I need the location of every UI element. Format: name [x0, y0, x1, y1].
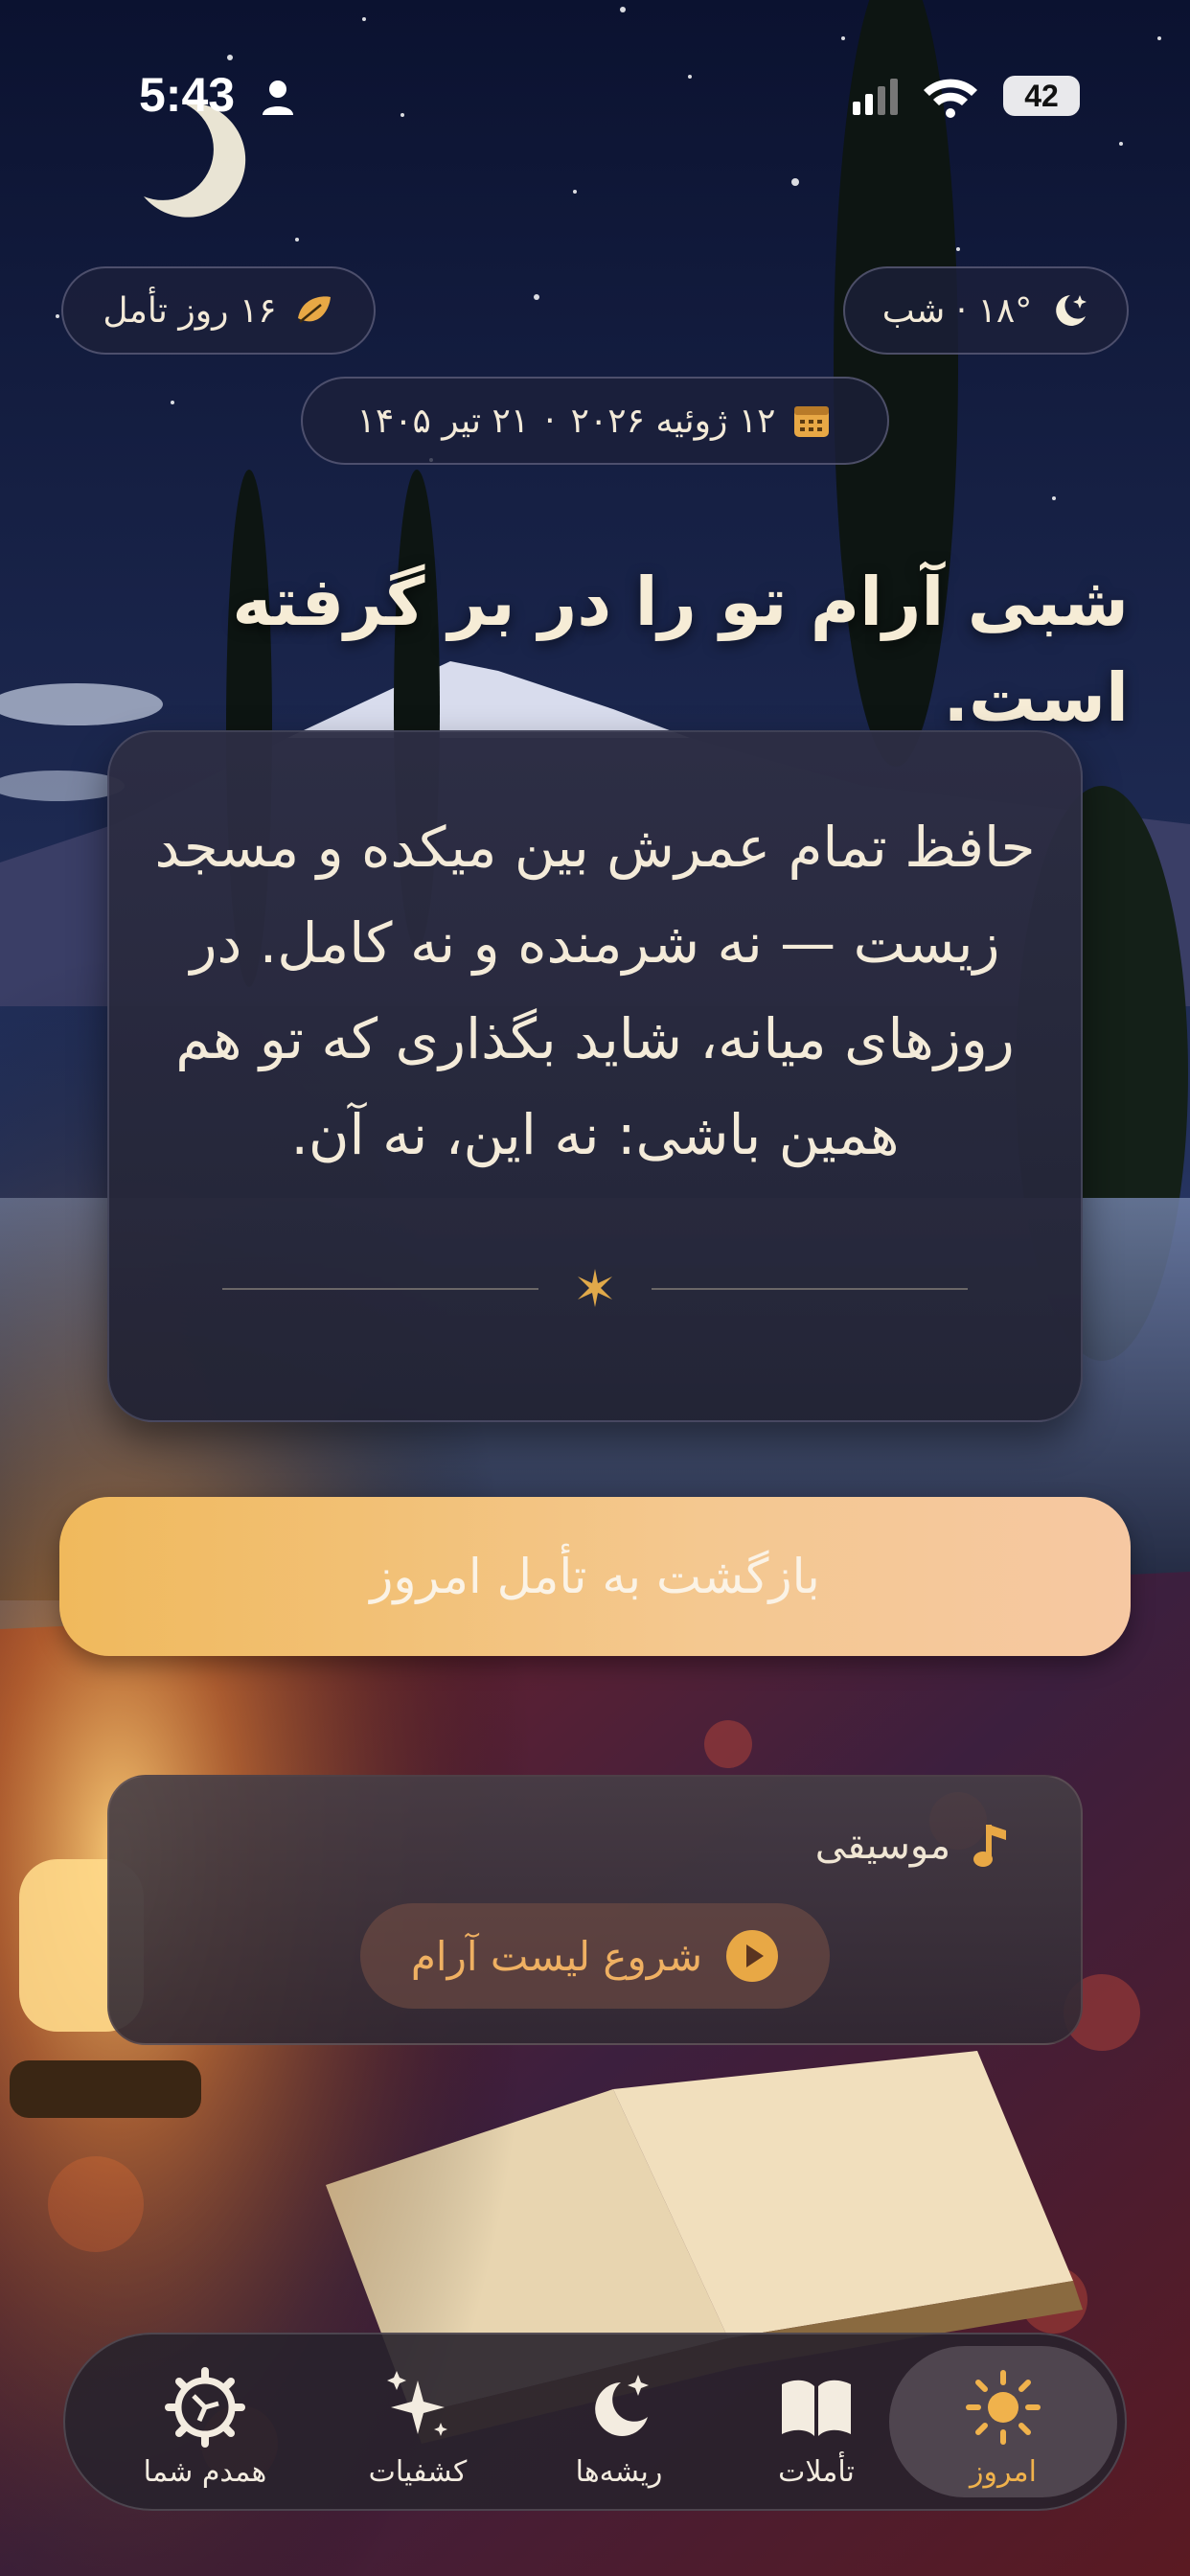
weather-text: ۱۸° · شب [881, 290, 1033, 331]
reflection-card: حافظ تمام عمرش بین میکده و مسجد زیست — ن… [107, 730, 1083, 1422]
bottom-tab-bar: امروز تأملات ریشه‌ها کشفیات [63, 2333, 1127, 2511]
tab-label-reflections: تأملات [778, 2455, 855, 2489]
music-note-icon [973, 1825, 1006, 1867]
back-to-reflection-button[interactable]: بازگشت به تأمل امروز [59, 1497, 1131, 1656]
tab-label-today: امروز [970, 2455, 1037, 2489]
calendar-icon [794, 406, 830, 437]
moon-stars-icon [1056, 295, 1087, 326]
start-playlist-button[interactable]: شروع لیست آرام [360, 1903, 830, 2009]
tab-reflections[interactable]: تأملات [721, 2346, 912, 2497]
tab-roots[interactable]: ریشه‌ها [523, 2346, 715, 2497]
tab-discoveries[interactable]: کشفیات [322, 2346, 514, 2497]
gear-icon [165, 2367, 245, 2448]
date-separator: · [544, 401, 556, 441]
leaf-icon [297, 296, 331, 323]
sparkles-icon [387, 2371, 447, 2436]
tab-label-discoveries: کشفیات [368, 2455, 468, 2489]
date-gregorian: ۱۲ ژوئیه ۲۰۲۶ [570, 401, 776, 441]
person-icon [263, 80, 293, 115]
streak-text: ۱۶ روز تأمل [103, 290, 277, 331]
reflection-quote: حافظ تمام عمرش بین میکده و مسجد زیست — ن… [154, 815, 1036, 1167]
page-headline: شبی آرام تو را در بر گرفته است. [232, 563, 1129, 737]
streak-pill[interactable]: ۱۶ روز تأمل [61, 266, 376, 355]
card-divider [222, 1269, 968, 1307]
music-header: موسیقی [815, 1819, 1014, 1873]
date-persian: ۲۱ تیر ۱۴۰۵ [356, 401, 530, 441]
moon-stars-icon [595, 2375, 649, 2436]
tab-label-companion: همدم شما [143, 2455, 267, 2489]
tab-today[interactable]: امروز [889, 2346, 1117, 2497]
star-ornament-icon [578, 1269, 612, 1307]
music-card: موسیقی شروع لیست آرام [107, 1775, 1083, 2045]
play-icon [726, 1930, 779, 1982]
tab-label-roots: ریشه‌ها [575, 2455, 663, 2489]
battery-indicator: 42 [1003, 76, 1080, 116]
start-playlist-label: شروع لیست آرام [410, 1932, 703, 1980]
open-book-icon [782, 2380, 851, 2436]
sun-icon [966, 2370, 1041, 2445]
music-title: موسیقی [814, 1824, 950, 1868]
status-time: 5:43 [139, 68, 236, 122]
weather-pill[interactable]: ۱۸° · شب [843, 266, 1129, 355]
date-pill[interactable]: ۱۲ ژوئیه ۲۰۲۶ · ۲۱ تیر ۱۴۰۵ [301, 377, 889, 465]
tab-companion[interactable]: همدم شما [109, 2346, 301, 2497]
